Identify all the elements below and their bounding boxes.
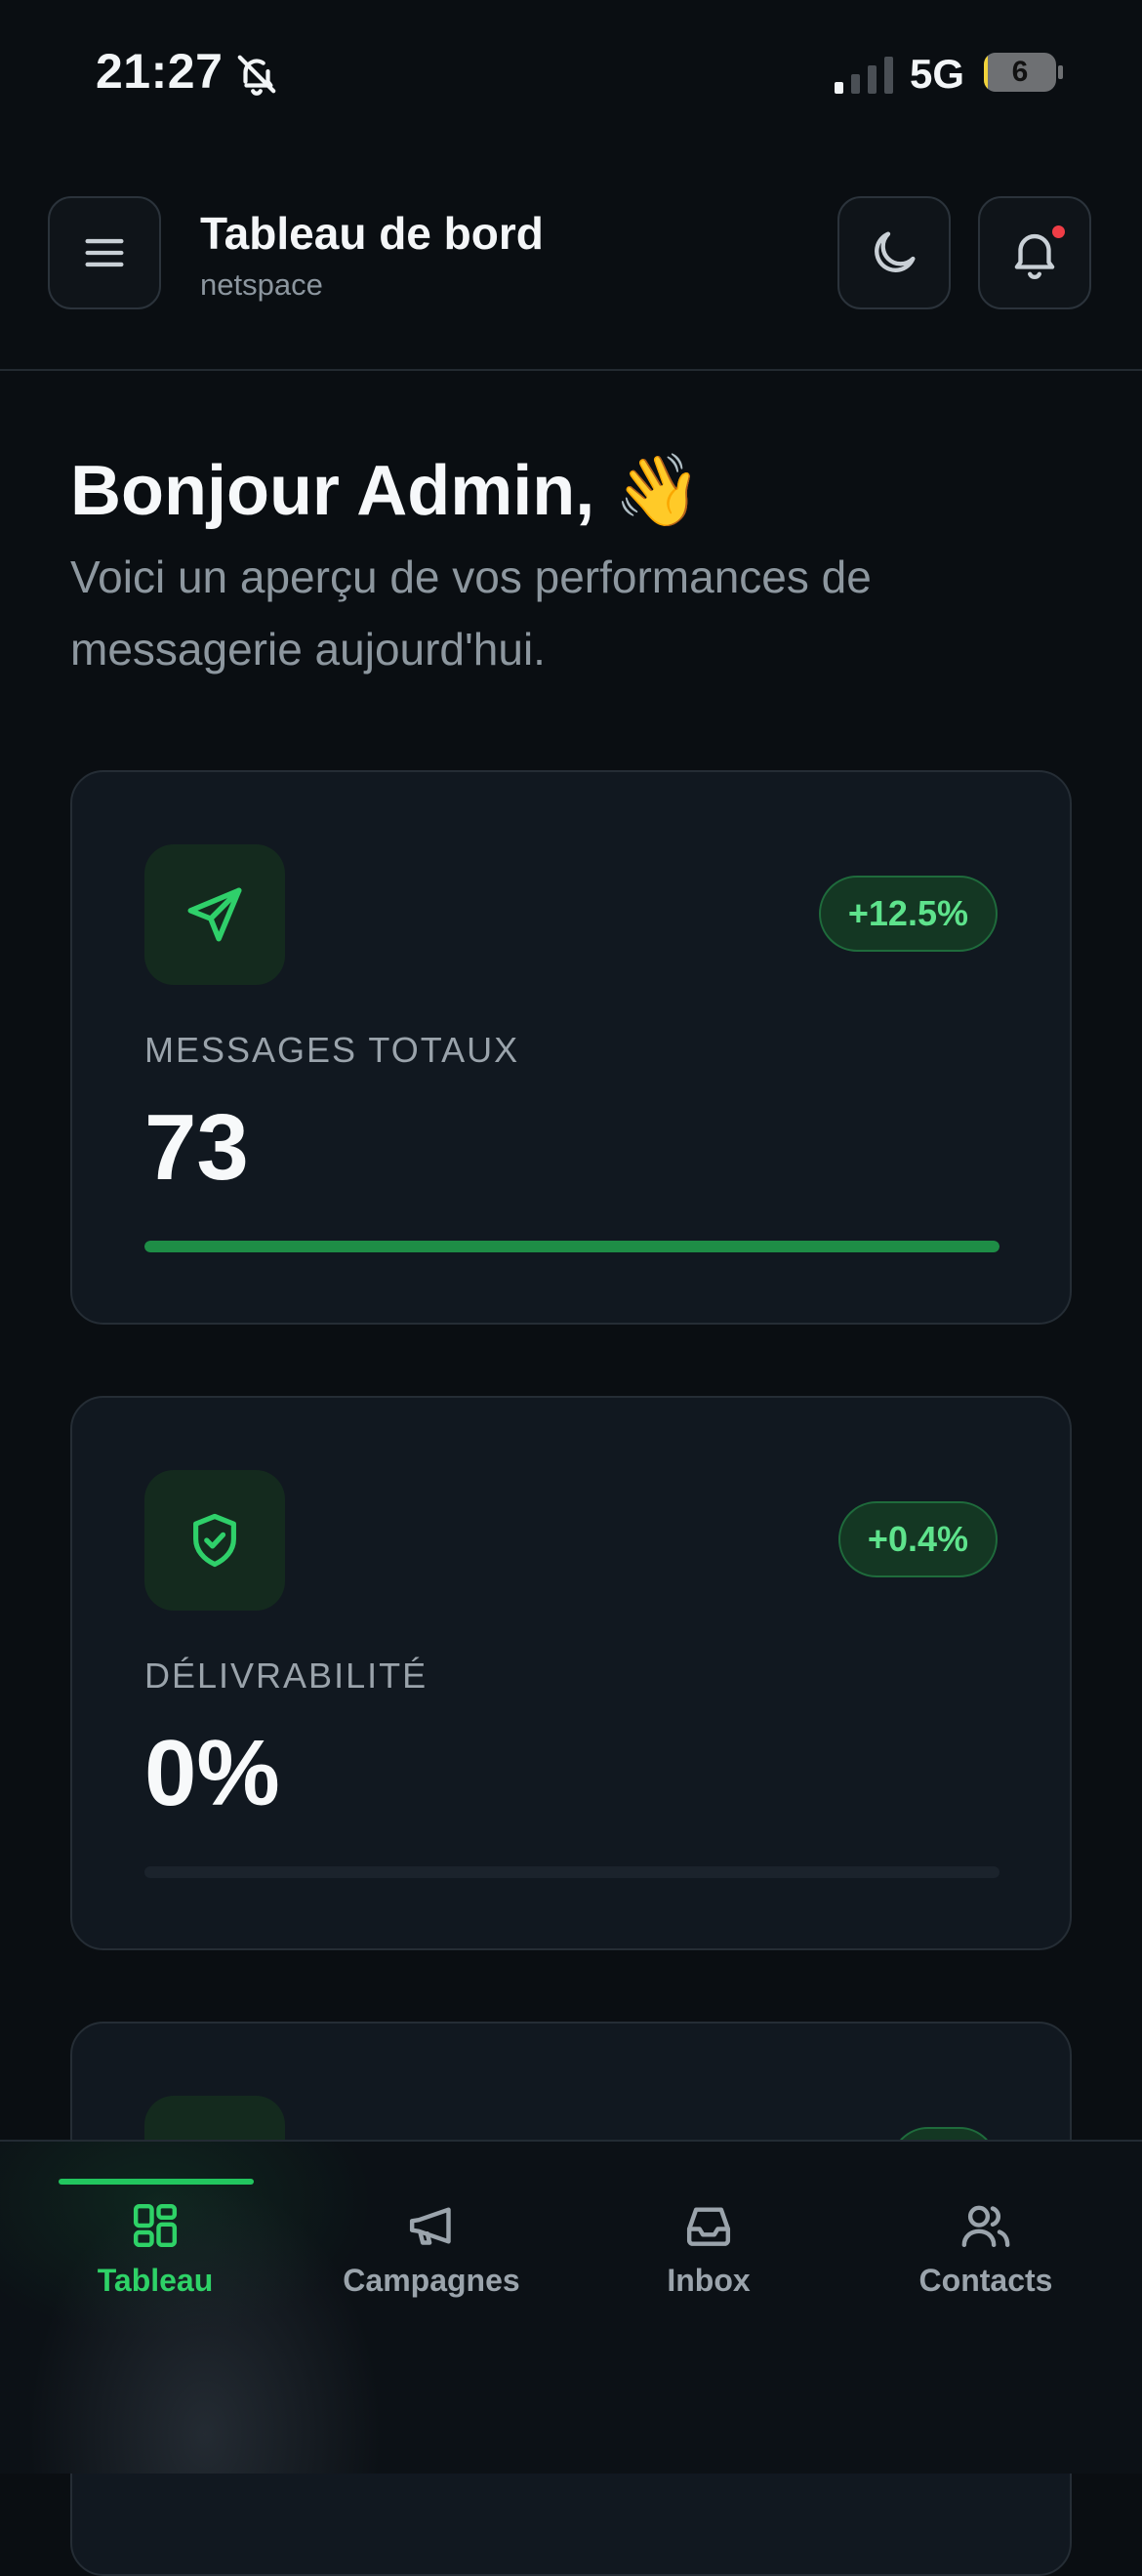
battery-level: 6 [1011,56,1029,88]
nav-label: Contacts [918,2263,1053,2298]
megaphone-icon [409,2207,451,2245]
wave-emoji: 👋 [614,449,702,531]
hamburger-icon [85,238,124,267]
send-icon [187,887,242,942]
progress-bar [144,1866,999,1878]
stat-label: DÉLIVRABILITÉ [144,1656,428,1696]
nav-label: Inbox [667,2263,751,2298]
greeting-subtitle: Voici un aperçu de vos performances de m… [70,552,872,675]
shield-check-icon [193,1513,236,1568]
users-icon [961,2205,1010,2248]
stat-label: MESSAGES TOTAUX [144,1030,520,1070]
signal-strength-icon [835,57,893,94]
nav-label: Tableau [97,2263,214,2298]
stat-value: 73 [144,1095,249,1200]
inbox-icon [686,2207,731,2246]
top-header: Tableau de bord netspace [0,156,1142,371]
progress-fill [144,1241,999,1252]
change-badge: +12.5% [818,876,998,952]
nav-tab-campagnes[interactable]: Campagnes [289,2142,574,2337]
nav-tab-contacts[interactable]: Contacts [843,2142,1128,2337]
grid-icon [133,2203,178,2248]
theme-toggle-button[interactable] [837,196,951,309]
progress-bar [144,1241,999,1252]
greeting-title: Bonjour Admin, 👋 [70,449,702,531]
status-time: 21:27 [96,44,224,99]
stat-value: 0% [144,1721,280,1825]
workspace-name: netspace [200,267,323,302]
nav-tab-inbox[interactable]: Inbox [566,2142,851,2337]
network-type: 5G [910,51,965,97]
stat-icon-box [144,1470,285,1611]
notifications-button[interactable] [978,196,1091,309]
page-title: Tableau de bord [200,208,544,259]
nav-label: Campagnes [343,2263,520,2298]
notification-dot [1052,225,1065,238]
stat-card-messages: +12.5% MESSAGES TOTAUX 73 [70,770,1072,1325]
bottom-navigation: Tableau Campagnes Inbox Contacts [0,2140,1142,2474]
bell-off-icon [237,55,276,96]
change-badge: +0.4% [837,1501,998,1577]
stat-card-deliverability: +0.4% DÉLIVRABILITÉ 0% [70,1396,1072,1950]
nav-tab-tableau[interactable]: Tableau [13,2142,298,2337]
battery-icon: 6 [984,53,1063,96]
moon-icon [875,231,916,272]
stat-icon-box [144,844,285,985]
menu-button[interactable] [48,196,161,309]
